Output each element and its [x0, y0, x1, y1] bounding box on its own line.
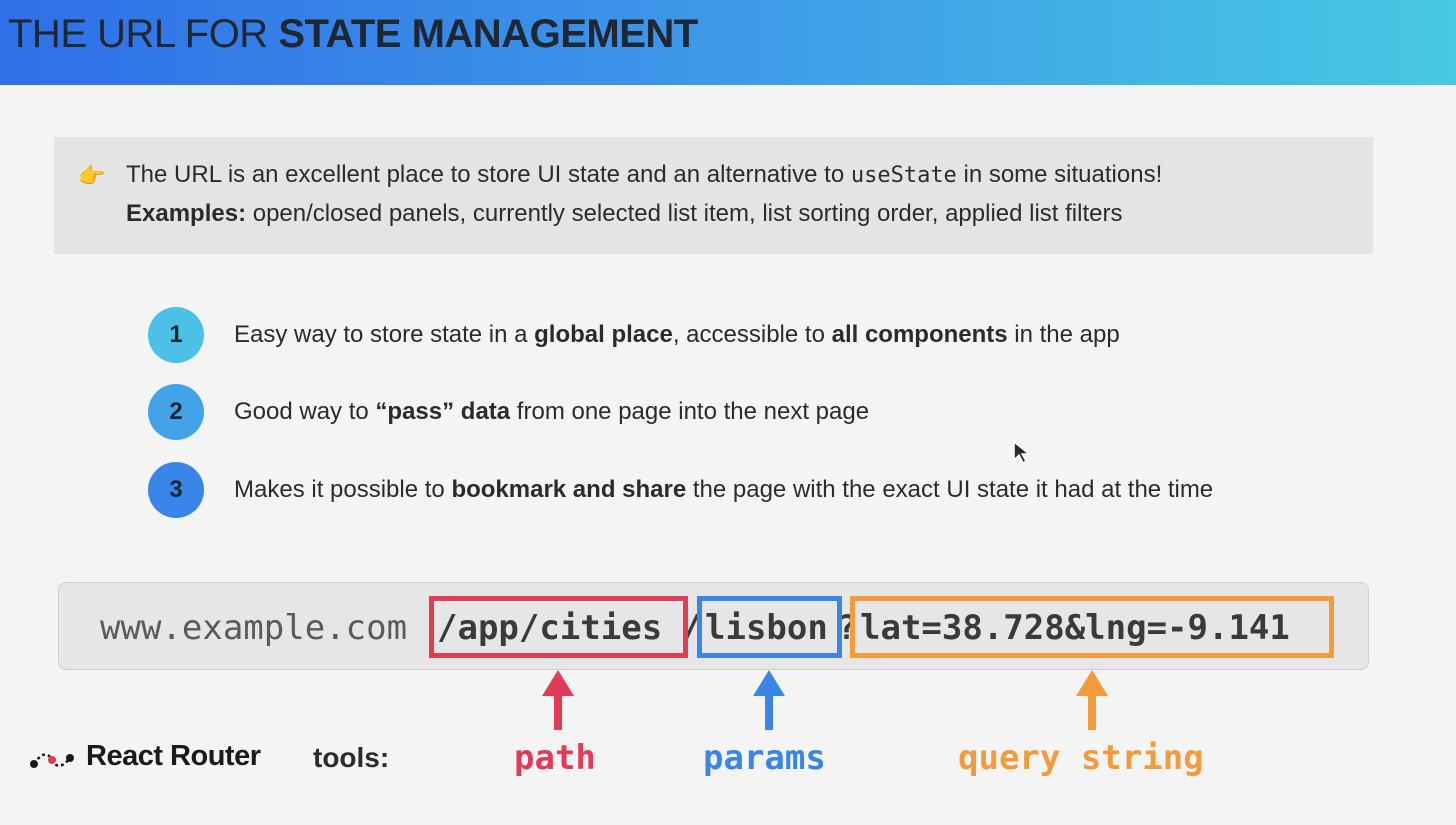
path-arrow-icon	[542, 670, 574, 730]
text-segment: from one page into the next page	[510, 398, 870, 425]
bold-segment: bookmark and share	[451, 476, 687, 503]
list-item: 1 Easy way to store state in a global pl…	[148, 307, 1408, 363]
list-item-text: Easy way to store state in a global plac…	[234, 321, 1120, 349]
callout-text-b: in some situations!	[956, 161, 1163, 188]
callout-line-2: Examples: open/closed panels, currently …	[126, 200, 1122, 228]
react-router-brand: React Router	[86, 740, 261, 772]
callout-code: useState	[850, 163, 957, 188]
bold-segment: global place	[534, 321, 673, 348]
path-highlight-box	[429, 596, 688, 658]
bold-segment: “pass” data	[375, 398, 511, 425]
react-router-logo-icon	[30, 753, 74, 768]
callout-examples-text: open/closed panels, currently selected l…	[246, 200, 1123, 227]
text-segment: Makes it possible to	[234, 476, 452, 503]
callout-examples-label: Examples:	[126, 200, 247, 227]
query-arrow-icon	[1076, 670, 1108, 730]
query-string-label: query string	[958, 738, 1204, 778]
path-label: path	[514, 738, 596, 778]
number-badge: 3	[148, 462, 204, 518]
text-segment: Good way to	[234, 398, 376, 425]
bold-segment: all components	[831, 321, 1008, 348]
text-segment: , accessible to	[672, 321, 832, 348]
list-item-text: Makes it possible to bookmark and share …	[234, 476, 1213, 504]
pointing-hand-icon: 👉	[78, 163, 106, 188]
text-segment: Easy way to store state in a	[234, 321, 535, 348]
callout-box: 👉 The URL is an excellent place to store…	[54, 137, 1373, 254]
query-highlight-box	[850, 596, 1334, 658]
list-item: 2 Good way to “pass” data from one page …	[148, 384, 1408, 440]
params-label: params	[703, 738, 826, 778]
page-title-bold: STATE MANAGEMENT	[278, 12, 698, 56]
callout-line-1: The URL is an excellent place to store U…	[126, 161, 1162, 189]
page-title-light: THE URL FOR	[8, 12, 279, 56]
callout-text-a: The URL is an excellent place to store U…	[126, 161, 851, 188]
text-segment: the page with the exact UI state it had …	[686, 476, 1214, 503]
page-title: THE URL FOR STATE MANAGEMENT	[8, 12, 698, 57]
mouse-cursor-icon	[1013, 440, 1032, 465]
params-highlight-box	[697, 596, 842, 658]
text-segment: in the app	[1007, 321, 1120, 348]
number-badge: 1	[148, 307, 204, 363]
list-item: 3 Makes it possible to bookmark and shar…	[148, 462, 1408, 518]
header-banner: THE URL FOR STATE MANAGEMENT	[0, 0, 1456, 85]
tools-label: tools:	[313, 742, 390, 773]
number-badge: 2	[148, 384, 204, 440]
params-arrow-icon	[753, 670, 785, 730]
url-domain: www.example.com	[100, 608, 408, 648]
list-item-text: Good way to “pass” data from one page in…	[234, 398, 869, 426]
